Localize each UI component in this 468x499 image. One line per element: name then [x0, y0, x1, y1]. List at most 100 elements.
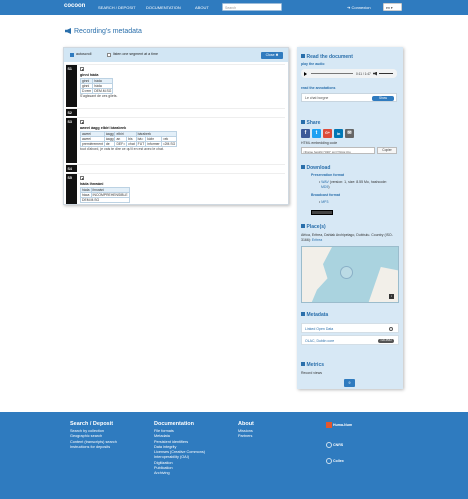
play-segment-icon[interactable] — [80, 176, 84, 180]
segment-number: S3 — [66, 118, 77, 163]
cocoon-logo[interactable]: cocoon — [64, 3, 88, 12]
volume-slider[interactable] — [379, 73, 393, 74]
map-land-east — [368, 267, 398, 302]
footer-documentation-column: Documentation File formats Metadata Pers… — [154, 421, 205, 477]
wav-row: • WAV (version: 1, size: 8.55 Mo, hashco… — [319, 180, 387, 184]
play-segment-icon[interactable] — [80, 67, 84, 71]
language-value: en — [386, 5, 390, 10]
gloss-cell: FUT — [135, 140, 147, 147]
close-button[interactable]: Close ✖ — [261, 51, 283, 59]
metadata-icon — [301, 312, 305, 316]
facebook-share-button[interactable]: f — [301, 129, 310, 138]
footer-documentation-title: Documentation — [154, 421, 195, 427]
nav-search-deposit[interactable]: SEARCH / DEPOSIT — [98, 5, 136, 10]
transcript-panel[interactable]: autoscroll listen one segment at a time … — [63, 47, 289, 205]
page-title-text: Recording's metadata — [74, 28, 142, 35]
audio-play-icon[interactable] — [304, 71, 307, 76]
gloss-cell: =2M.SG — [160, 140, 178, 147]
search-input[interactable]: Search — [222, 3, 282, 11]
show-label: Show — [379, 95, 387, 100]
linked-open-data-label: Linked Open Data — [305, 326, 334, 331]
footer-link[interactable]: Instructions for deposits — [70, 445, 117, 450]
footer-link[interactable]: Partners — [238, 434, 254, 439]
oai-pmh-badge: OAI-PMH — [378, 338, 394, 343]
word-cell: àagg — [103, 130, 116, 137]
segment-s2: S2 — [66, 108, 285, 116]
audio-progress[interactable] — [311, 73, 353, 74]
autoscroll-label: autoscroll — [76, 52, 92, 57]
record-views-count[interactable]: 9 — [344, 379, 355, 387]
preservation-format-label: Preservation format — [311, 173, 345, 177]
gloss-cell: premièrement — [80, 140, 105, 147]
segment-s4: S4 — [66, 164, 285, 172]
audio-player[interactable]: 0:11 / 1:47 — [301, 69, 397, 78]
share-heading: Share — [301, 120, 320, 126]
segment-number: S4 — [66, 165, 77, 172]
gloss-cell: D.rem — [79, 87, 94, 94]
md5-link[interactable]: MD5 — [321, 185, 328, 189]
segment-number: S5 — [66, 174, 77, 204]
segment-number: S1 — [66, 65, 77, 107]
download-heading: Download — [301, 165, 330, 171]
annotation-file-name: Le chat borgne — [305, 96, 329, 101]
gloss-table: hàda ihnwàni hàca INCOMPREHENSIBLE DEM.M.S… — [80, 186, 130, 203]
gloss-cell: DEM.M.SG — [92, 87, 114, 94]
email-share-button[interactable]: ✉ — [345, 129, 354, 138]
linkedin-share-button[interactable]: in — [334, 129, 343, 138]
footer-search-column: Search / Deposit Search by collection Ge… — [70, 421, 117, 450]
embed-code-input[interactable]: <iframe height="320" src="https://co — [301, 147, 375, 154]
nav-about[interactable]: ABOUT — [195, 5, 209, 10]
metrics-title: Metrics — [306, 362, 325, 368]
segment-form: aweei àagg elbiri bàrabrek — [80, 126, 127, 130]
share-icon — [301, 120, 305, 124]
map-land-west — [302, 247, 332, 302]
share-node-icon — [389, 327, 393, 331]
mp3-row: • MP3 — [319, 200, 329, 204]
metrics-icon — [301, 362, 305, 366]
language-select[interactable]: en ▾ — [383, 3, 402, 11]
play-segment-icon[interactable] — [80, 120, 84, 124]
mp3-link[interactable]: MP3 — [321, 200, 328, 204]
page-title: Recording's metadata — [65, 28, 142, 35]
footer-about-title: About — [238, 421, 254, 427]
olac-label: OLAC, Dublin core — [305, 338, 335, 343]
metrics-heading: Metrics — [301, 362, 324, 368]
copy-button[interactable]: Copier — [377, 147, 397, 154]
transcript-toolbar: autoscroll listen one segment at a time … — [64, 48, 288, 62]
show-annotations-button[interactable]: Show — [372, 95, 394, 101]
broadcast-format-label: Broadcast format — [311, 193, 340, 197]
segment-s3: S3 aweei àagg elbiri bàrabrek aweei àagg… — [66, 117, 285, 163]
metadata-title: Metadata — [306, 312, 329, 318]
close-label: Close — [265, 52, 275, 57]
listen-one-segment-checkbox[interactable] — [107, 52, 111, 57]
read-annotations-link[interactable]: read the annotations — [301, 86, 335, 90]
segment-s5: S5 hàda ihnwàni hàda ihnwàni hàca INCOMPRE… — [66, 173, 285, 204]
twitter-share-button[interactable]: t — [312, 129, 321, 138]
linked-open-data-row[interactable]: Linked Open Data — [301, 323, 399, 333]
place-description: Africa, Eritrea, Dahlak Archipelago, Dub… — [301, 233, 399, 242]
gloss-cell: DEM.M.SG — [80, 196, 130, 203]
gloss-cell: informer — [145, 140, 162, 147]
gloss-cell: de — [103, 140, 116, 147]
volume-icon[interactable] — [373, 71, 377, 76]
cnrs-icon — [326, 442, 332, 448]
play-audio-link[interactable]: play the audio — [301, 62, 325, 66]
read-document-title: Read the document — [306, 54, 353, 60]
autoscroll-checkbox[interactable] — [70, 52, 74, 57]
nav-documentation[interactable]: DOCUMENTATION — [146, 5, 181, 10]
location-marker[interactable] — [340, 266, 353, 279]
footer-link[interactable]: Archiving — [154, 471, 205, 476]
wav-detail: (version: 1, size: 8.55 Mo, hashcode: — [329, 180, 387, 184]
play-icon — [301, 54, 305, 58]
login-link[interactable]: ➔ Connexion — [347, 5, 371, 10]
map-pin-icon — [301, 224, 305, 228]
footer-about-column: About Missions Partners — [238, 421, 254, 440]
location-map[interactable]: i — [301, 246, 399, 303]
country-link[interactable]: Eritrea — [312, 238, 322, 242]
map-info-icon[interactable]: i — [389, 294, 394, 299]
wav-link[interactable]: WAV — [321, 180, 329, 184]
share-title: Share — [306, 120, 321, 126]
olac-row[interactable]: OLAC, Dublin core OAI-PMH — [301, 335, 399, 345]
creative-commons-badge[interactable] — [311, 210, 333, 215]
googleplus-share-button[interactable]: G+ — [323, 129, 332, 138]
